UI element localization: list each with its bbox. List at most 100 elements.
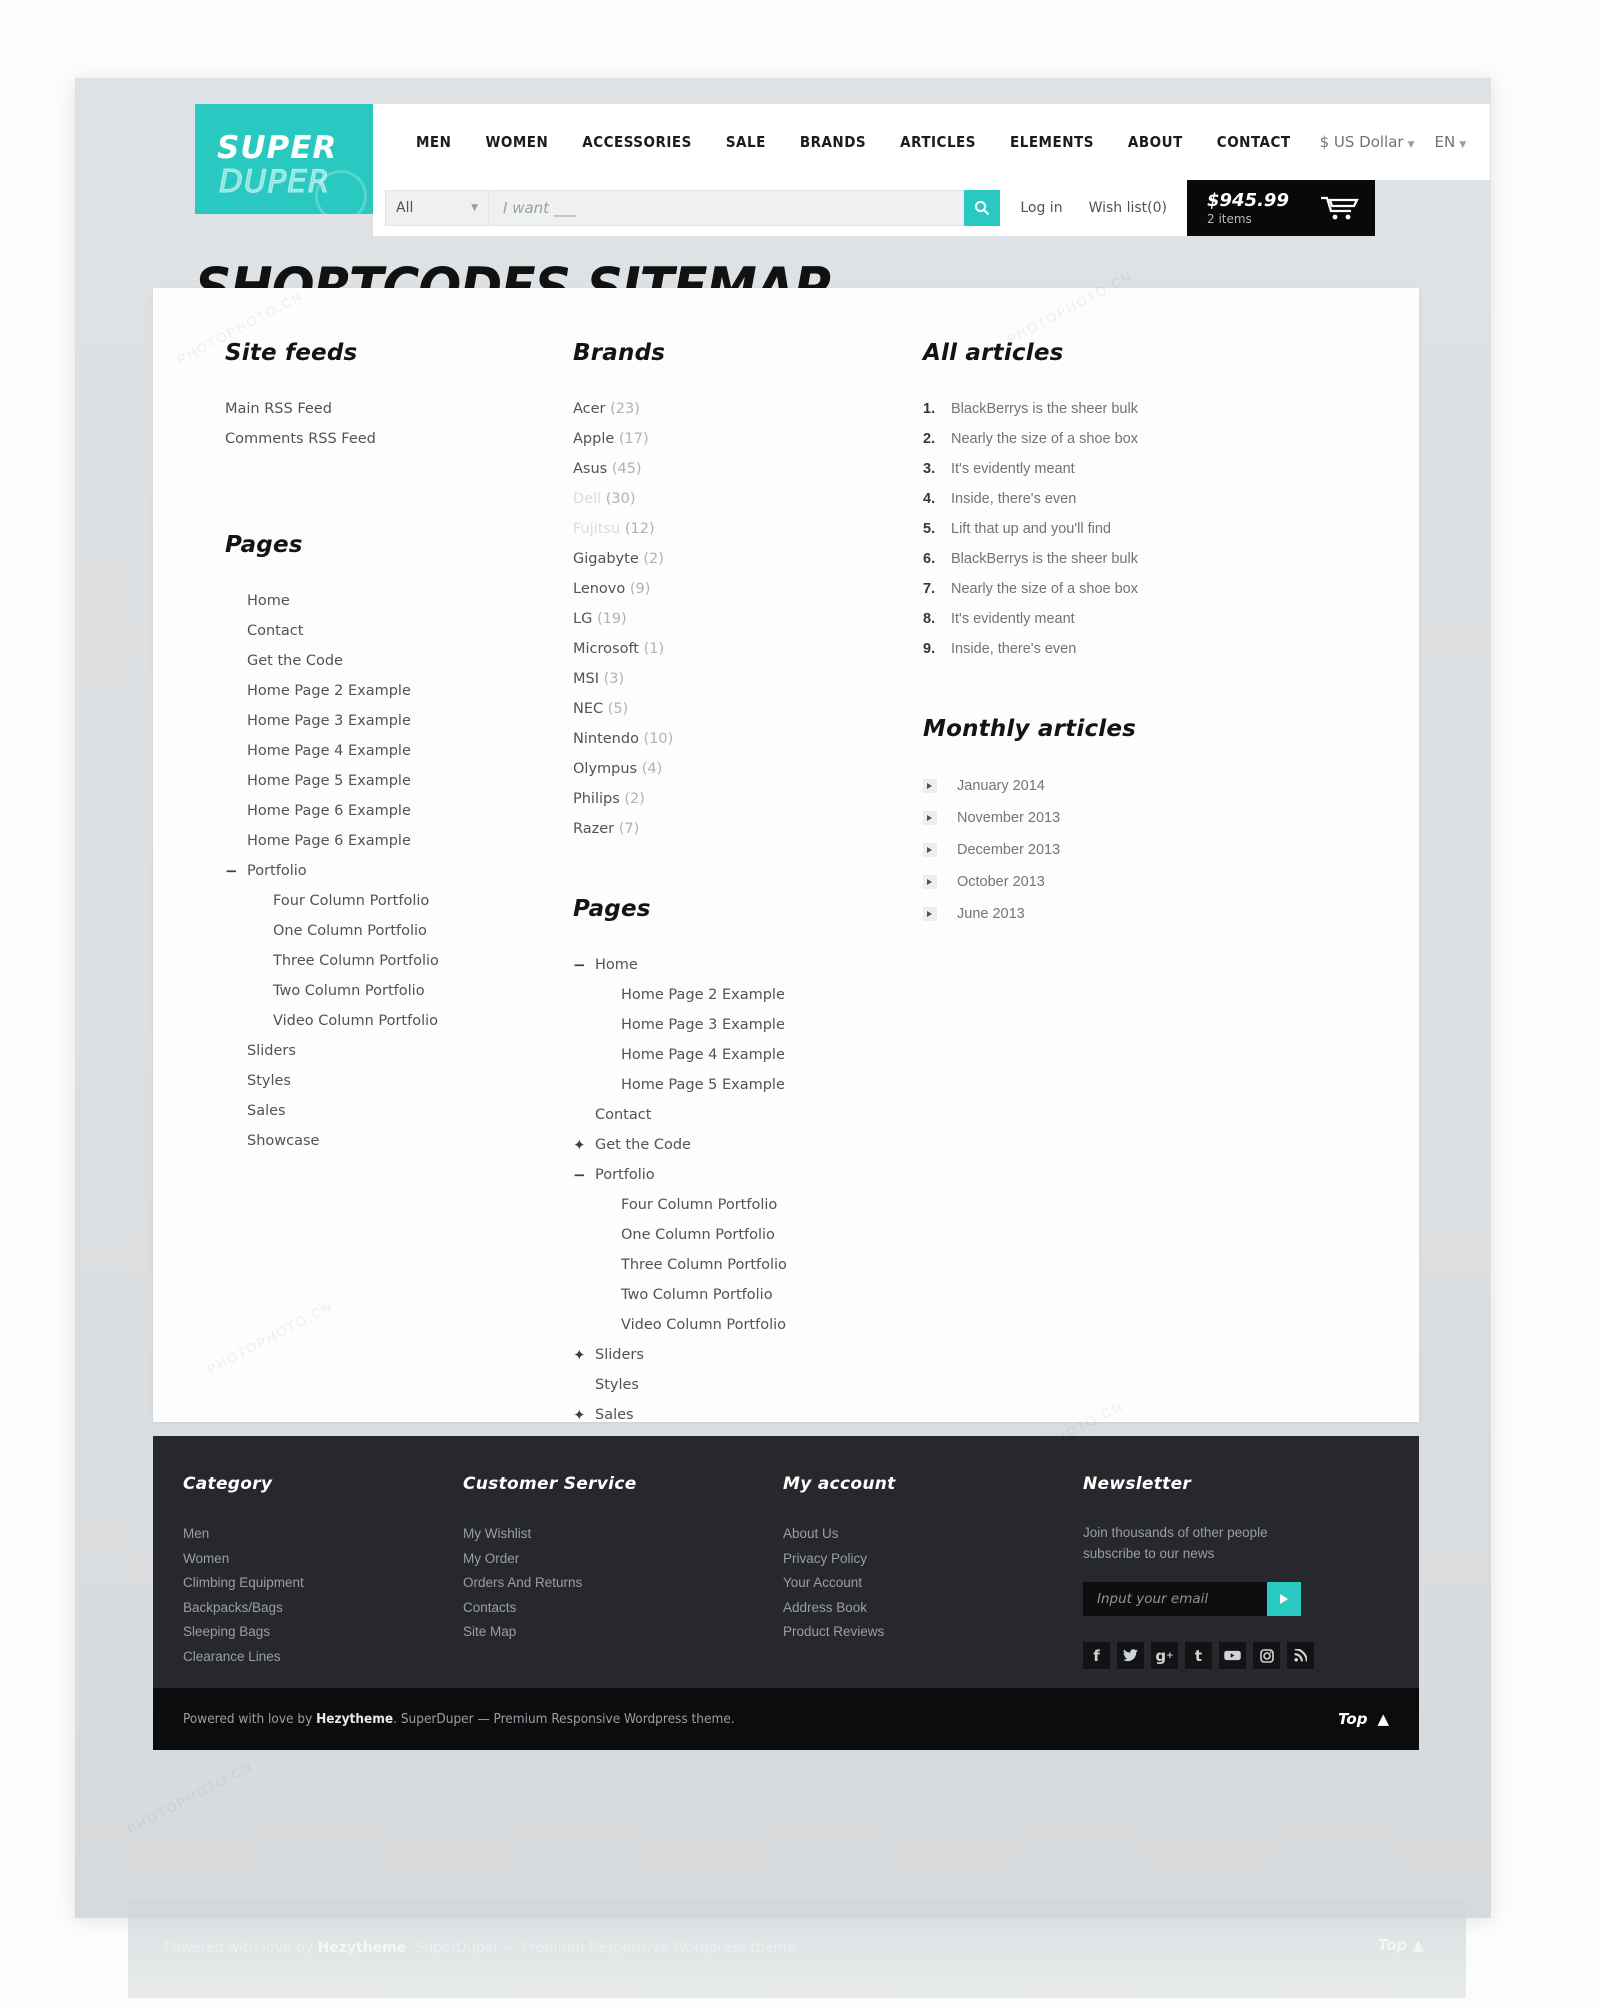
youtube-icon[interactable] (1219, 1642, 1246, 1669)
brand-item[interactable]: Philips (2) (573, 784, 923, 814)
footer-category-item[interactable]: Clearance Lines (183, 1645, 435, 1670)
footer-category-item[interactable]: Women (183, 1547, 435, 1572)
tumblr-icon[interactable]: t (1185, 1642, 1212, 1669)
nav-item-about[interactable]: ABOUT (1111, 133, 1200, 151)
brand-item[interactable]: Olympus (4) (573, 754, 923, 784)
tree-toggle-icon[interactable]: − (573, 950, 586, 980)
article-item[interactable]: BlackBerrys is the sheer bulk (923, 394, 1343, 424)
list-item[interactable]: Comments RSS Feed (225, 424, 573, 454)
nav-item-sale[interactable]: SALE (709, 133, 783, 151)
footer-service-item[interactable]: My Wishlist (463, 1522, 755, 1547)
footer-account-item[interactable]: Privacy Policy (783, 1547, 1055, 1572)
brand-item[interactable]: Asus (45) (573, 454, 923, 484)
list-item[interactable]: − Portfolio (573, 1160, 923, 1190)
list-item[interactable]: Sliders (225, 1036, 573, 1066)
list-item[interactable]: Home Page 5 Example (225, 766, 573, 796)
month-item[interactable]: December 2013 (923, 834, 1343, 866)
list-item[interactable]: Video Column Portfolio (225, 1006, 573, 1036)
list-item[interactable]: Four Column Portfolio (573, 1190, 923, 1220)
brand-item[interactable]: Microsoft (1) (573, 634, 923, 664)
article-item[interactable]: It's evidently meant (923, 604, 1343, 634)
list-item[interactable]: Three Column Portfolio (573, 1250, 923, 1280)
footer-service-item[interactable]: Contacts (463, 1596, 755, 1621)
nav-item-brands[interactable]: BRANDS (783, 133, 883, 151)
list-item[interactable]: − Home (573, 950, 923, 980)
newsletter-submit-button[interactable] (1267, 1582, 1301, 1616)
article-item[interactable]: BlackBerrys is the sheer bulk (923, 544, 1343, 574)
footer-account-item[interactable]: Product Reviews (783, 1620, 1055, 1645)
month-item[interactable]: October 2013 (923, 866, 1343, 898)
list-item[interactable]: One Column Portfolio (225, 916, 573, 946)
list-item[interactable]: − Portfolio (225, 856, 573, 886)
list-item[interactable]: Styles (573, 1370, 923, 1400)
list-item[interactable]: Contact (573, 1100, 923, 1130)
list-item[interactable]: Home Page 2 Example (225, 676, 573, 706)
brand-item[interactable]: Fujitsu (12) (573, 514, 923, 544)
article-item[interactable]: Nearly the size of a shoe box (923, 424, 1343, 454)
footer-account-item[interactable]: Address Book (783, 1596, 1055, 1621)
list-item[interactable]: Home Page 4 Example (225, 736, 573, 766)
brand-item[interactable]: NEC (5) (573, 694, 923, 724)
wishlist-link[interactable]: Wish list(0) (1089, 200, 1167, 216)
facebook-icon[interactable]: f (1083, 1642, 1110, 1669)
brand-item[interactable]: Gigabyte (2) (573, 544, 923, 574)
footer-category-item[interactable]: Sleeping Bags (183, 1620, 435, 1645)
list-item[interactable]: Home Page 3 Example (225, 706, 573, 736)
list-item[interactable]: Home Page 3 Example (573, 1010, 923, 1040)
cart-widget[interactable]: $945.99 2 items (1187, 180, 1375, 236)
language-selector[interactable]: EN ▼ (1423, 133, 1475, 151)
list-item[interactable]: Two Column Portfolio (225, 976, 573, 1006)
instagram-icon[interactable] (1253, 1642, 1280, 1669)
article-item[interactable]: Lift that up and you'll find (923, 514, 1343, 544)
rss-icon[interactable] (1287, 1642, 1314, 1669)
month-item[interactable]: January 2014 (923, 770, 1343, 802)
back-to-top-button[interactable]: Top ▲ (1338, 1710, 1389, 1728)
footer-account-item[interactable]: Your Account (783, 1571, 1055, 1596)
footer-category-item[interactable]: Climbing Equipment (183, 1571, 435, 1596)
article-item[interactable]: Inside, there's even (923, 484, 1343, 514)
brand-item[interactable]: Apple (17) (573, 424, 923, 454)
login-link[interactable]: Log in (1020, 200, 1062, 216)
list-item[interactable]: Showcase (225, 1126, 573, 1156)
footer-service-item[interactable]: Orders And Returns (463, 1571, 755, 1596)
list-item[interactable]: Home Page 2 Example (573, 980, 923, 1010)
nav-item-men[interactable]: MEN (399, 133, 468, 151)
search-button[interactable] (964, 190, 1001, 226)
list-item[interactable]: One Column Portfolio (573, 1220, 923, 1250)
tree-toggle-icon[interactable]: ✦ (573, 1400, 586, 1430)
list-item[interactable]: Home Page 6 Example (225, 796, 573, 826)
footer-account-item[interactable]: About Us (783, 1522, 1055, 1547)
list-item[interactable]: Home (225, 586, 573, 616)
article-item[interactable]: It's evidently meant (923, 454, 1343, 484)
footer-category-item[interactable]: Men (183, 1522, 435, 1547)
twitter-icon[interactable] (1117, 1642, 1144, 1669)
nav-item-contact[interactable]: CONTACT (1200, 133, 1308, 151)
article-item[interactable]: Nearly the size of a shoe box (923, 574, 1343, 604)
list-item[interactable]: Two Column Portfolio (573, 1280, 923, 1310)
list-item[interactable]: Styles (225, 1066, 573, 1096)
footer-category-item[interactable]: Backpacks/Bags (183, 1596, 435, 1621)
newsletter-email-input[interactable]: Input your email (1083, 1582, 1267, 1616)
list-item[interactable]: ✦ Sales (573, 1400, 923, 1430)
month-item[interactable]: November 2013 (923, 802, 1343, 834)
nav-item-women[interactable]: WOMEN (468, 133, 565, 151)
brand-item[interactable]: Acer (23) (573, 394, 923, 424)
tree-toggle-icon[interactable]: − (573, 1160, 586, 1190)
list-item[interactable]: Get the Code (225, 646, 573, 676)
article-item[interactable]: Inside, there's even (923, 634, 1343, 664)
brand-item[interactable]: Nintendo (10) (573, 724, 923, 754)
list-item[interactable]: Home Page 5 Example (573, 1070, 923, 1100)
site-logo[interactable]: SUPER DUPER (195, 104, 373, 214)
nav-item-elements[interactable]: ELEMENTS (993, 133, 1111, 151)
tree-toggle-icon[interactable]: − (225, 856, 238, 886)
list-item[interactable]: Home Page 6 Example (225, 826, 573, 856)
list-item[interactable]: Four Column Portfolio (225, 886, 573, 916)
list-item[interactable]: Sales (225, 1096, 573, 1126)
list-item[interactable]: Video Column Portfolio (573, 1310, 923, 1340)
footer-service-item[interactable]: My Order (463, 1547, 755, 1572)
list-item[interactable]: Three Column Portfolio (225, 946, 573, 976)
nav-item-articles[interactable]: ARTICLES (883, 133, 993, 151)
brand-item[interactable]: LG (19) (573, 604, 923, 634)
search-input[interactable]: I want ___ (489, 190, 965, 226)
list-item[interactable]: Contact (225, 616, 573, 646)
